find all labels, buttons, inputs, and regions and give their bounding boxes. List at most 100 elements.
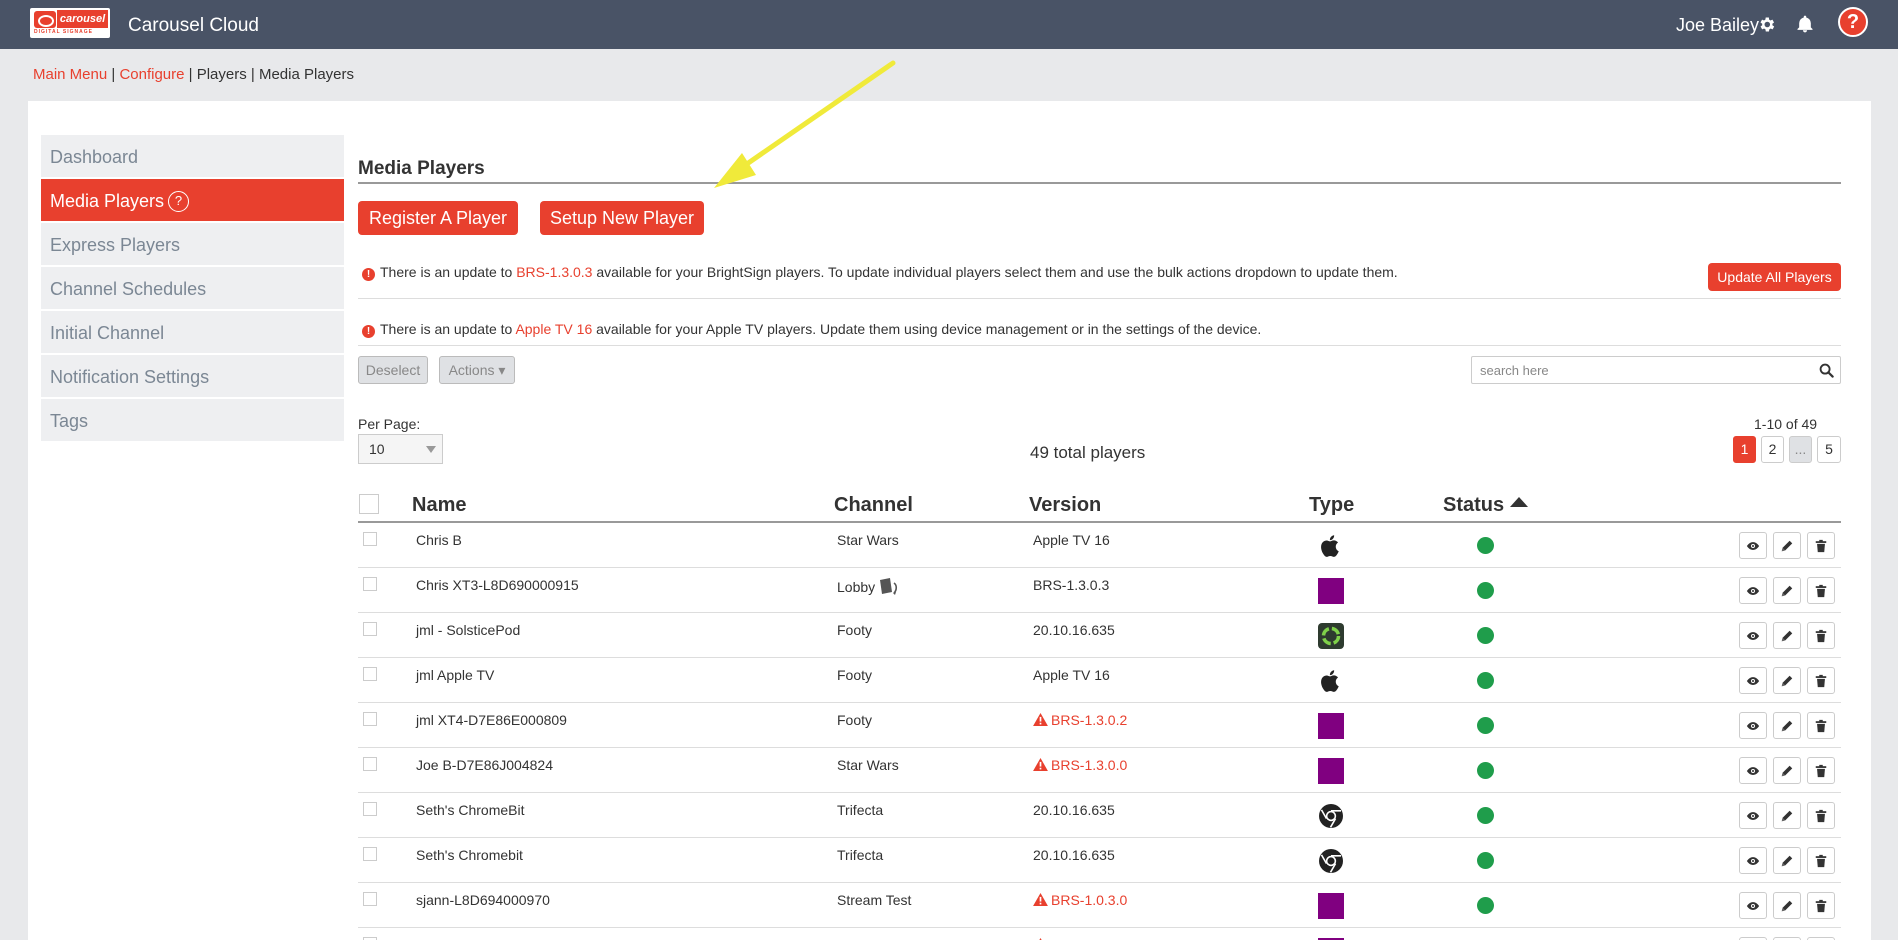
table-row[interactable]: Seth's ChromeBit Trifecta 20.10.16.635 xyxy=(358,793,1841,838)
view-button[interactable] xyxy=(1739,847,1767,874)
player-name[interactable]: Chris B xyxy=(416,532,462,548)
carousel-logo[interactable]: carousel DIGITAL SIGNAGE xyxy=(30,8,110,38)
sidebar-item-initial-channel[interactable]: Initial Channel xyxy=(41,311,344,355)
column-header-name[interactable]: Name xyxy=(412,494,466,517)
view-button[interactable] xyxy=(1739,622,1767,649)
select-all-checkbox[interactable] xyxy=(359,494,379,514)
appletv-update-notice: ! There is an update to Apple TV 16 avail… xyxy=(362,321,1261,338)
per-page-select[interactable]: 10 xyxy=(358,434,443,464)
edit-button[interactable] xyxy=(1773,892,1801,919)
player-name[interactable]: jml - SolsticePod xyxy=(416,622,520,638)
delete-button[interactable] xyxy=(1807,577,1835,604)
column-header-status[interactable]: Status xyxy=(1443,494,1529,517)
user-name[interactable]: Joe Bailey xyxy=(1676,15,1759,36)
player-name[interactable]: Chris XT3-L8D690000915 xyxy=(416,577,579,593)
help-icon[interactable]: ? xyxy=(168,191,190,212)
warning-icon xyxy=(1033,758,1048,771)
row-checkbox[interactable] xyxy=(363,532,377,546)
table-row[interactable]: sjann-L8D694000970 Stream Test BRS-1.0.3.0 xyxy=(358,883,1841,928)
table-row[interactable] xyxy=(358,928,1841,940)
edit-button[interactable] xyxy=(1773,622,1801,649)
table-row[interactable]: Chris B Star Wars Apple TV 16 xyxy=(358,523,1841,568)
edit-button[interactable] xyxy=(1773,667,1801,694)
edit-button[interactable] xyxy=(1773,847,1801,874)
help-button[interactable]: ? xyxy=(1838,7,1868,37)
bell-icon[interactable] xyxy=(1795,14,1815,34)
delete-button[interactable] xyxy=(1807,712,1835,739)
actions-dropdown[interactable]: Actions ▾ xyxy=(439,356,515,384)
channel-name: Lobby xyxy=(837,579,876,595)
row-checkbox[interactable] xyxy=(363,892,377,906)
column-header-channel[interactable]: Channel xyxy=(834,494,913,517)
column-header-type[interactable]: Type xyxy=(1309,494,1354,517)
breadcrumb-main-menu[interactable]: Main Menu xyxy=(33,66,107,83)
delete-button[interactable] xyxy=(1807,847,1835,874)
setup-new-player-button[interactable]: Setup New Player xyxy=(540,201,704,235)
gear-icon[interactable] xyxy=(1757,15,1776,34)
player-name[interactable]: Seth's Chromebit xyxy=(416,847,523,863)
register-player-button[interactable]: Register A Player xyxy=(358,201,518,235)
row-checkbox[interactable] xyxy=(363,712,377,726)
sidebar-item-label: Channel Schedules xyxy=(50,279,207,299)
row-checkbox[interactable] xyxy=(363,802,377,816)
delete-button[interactable] xyxy=(1807,892,1835,919)
view-button[interactable] xyxy=(1739,757,1767,784)
sidebar-item-media-players[interactable]: Media Players? xyxy=(41,179,344,223)
row-checkbox[interactable] xyxy=(363,847,377,861)
view-button[interactable] xyxy=(1739,712,1767,739)
player-version: BRS-1.3.0.0 xyxy=(1033,757,1127,773)
page-ellipsis: ... xyxy=(1789,436,1812,463)
page-5-button[interactable]: 5 xyxy=(1817,436,1841,463)
notice-version-link[interactable]: Apple TV 16 xyxy=(515,321,592,337)
edit-button[interactable] xyxy=(1773,757,1801,784)
table-row[interactable]: Joe B-D7E86J004824 Star Wars BRS-1.3.0.0 xyxy=(358,748,1841,793)
view-button[interactable] xyxy=(1739,577,1767,604)
table-row[interactable]: jml XT4-D7E86E000809 Footy BRS-1.3.0.2 xyxy=(358,703,1841,748)
view-button[interactable] xyxy=(1739,892,1767,919)
sidebar: Dashboard Media Players? Express Players… xyxy=(41,135,344,443)
search-input[interactable] xyxy=(1472,357,1812,383)
edit-button[interactable] xyxy=(1773,532,1801,559)
page-2-button[interactable]: 2 xyxy=(1761,436,1784,463)
row-checkbox[interactable] xyxy=(363,667,377,681)
player-channel: Lobby xyxy=(837,577,900,597)
edit-button[interactable] xyxy=(1773,577,1801,604)
row-checkbox[interactable] xyxy=(363,757,377,771)
search-icon[interactable] xyxy=(1819,363,1834,378)
sidebar-item-notification-settings[interactable]: Notification Settings xyxy=(41,355,344,399)
player-name[interactable]: Joe B-D7E86J004824 xyxy=(416,757,553,773)
sidebar-item-tags[interactable]: Tags xyxy=(41,399,344,443)
update-all-players-button[interactable]: Update All Players xyxy=(1708,263,1841,291)
delete-button[interactable] xyxy=(1807,622,1835,649)
breadcrumb-configure[interactable]: Configure xyxy=(119,66,184,83)
view-button[interactable] xyxy=(1739,802,1767,829)
notice-version-link[interactable]: BRS-1.3.0.3 xyxy=(516,264,592,280)
page-1-button[interactable]: 1 xyxy=(1733,436,1756,463)
player-name[interactable]: jml Apple TV xyxy=(416,667,494,683)
row-checkbox[interactable] xyxy=(363,622,377,636)
table-row[interactable]: Seth's Chromebit Trifecta 20.10.16.635 xyxy=(358,838,1841,883)
row-checkbox[interactable] xyxy=(363,577,377,591)
delete-button[interactable] xyxy=(1807,667,1835,694)
view-button[interactable] xyxy=(1739,532,1767,559)
column-header-label: Status xyxy=(1443,494,1505,516)
player-name[interactable]: sjann-L8D694000970 xyxy=(416,892,550,908)
delete-button[interactable] xyxy=(1807,802,1835,829)
table-row[interactable]: jml - SolsticePod Footy 20.10.16.635 xyxy=(358,613,1841,658)
edit-button[interactable] xyxy=(1773,712,1801,739)
edit-button[interactable] xyxy=(1773,802,1801,829)
view-button[interactable] xyxy=(1739,667,1767,694)
player-name[interactable]: jml XT4-D7E86E000809 xyxy=(416,712,567,728)
sidebar-item-express-players[interactable]: Express Players xyxy=(41,223,344,267)
apple-icon xyxy=(1318,533,1344,559)
delete-button[interactable] xyxy=(1807,757,1835,784)
player-name[interactable]: Seth's ChromeBit xyxy=(416,802,525,818)
delete-button[interactable] xyxy=(1807,532,1835,559)
table-row[interactable]: Chris XT3-L8D690000915 Lobby BRS-1.3.0.3 xyxy=(358,568,1841,613)
deselect-button[interactable]: Deselect xyxy=(358,356,428,384)
table-row[interactable]: jml Apple TV Footy Apple TV 16 xyxy=(358,658,1841,703)
column-header-version[interactable]: Version xyxy=(1029,494,1101,517)
sidebar-item-channel-schedules[interactable]: Channel Schedules xyxy=(41,267,344,311)
sidebar-item-dashboard[interactable]: Dashboard xyxy=(41,135,344,179)
per-page-value: 10 xyxy=(369,441,385,457)
